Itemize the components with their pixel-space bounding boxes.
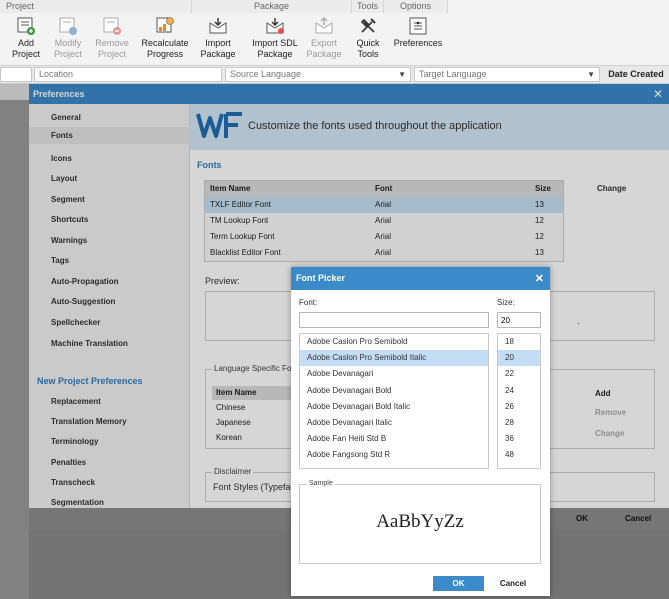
list-item[interactable]: 24 [498,383,540,399]
cancel-button[interactable]: Cancel [491,576,535,591]
list-item[interactable]: Adobe Caslon Pro Semibold [300,334,488,350]
import-sdl-label: Import SDL Package [252,38,298,59]
source-language-label: Source Language [230,69,302,79]
list-item[interactable]: 28 [498,415,540,431]
list-item[interactable]: Adobe Fangsong Std R [300,447,488,463]
source-language-field[interactable]: Source Language ▼ [225,67,411,82]
sample-text: AaBbYyZz [376,511,464,532]
ribbon-toolbar: Project Package Tools Options Add Projec… [0,0,669,66]
import-sdl-package-button[interactable]: Import SDL Package [246,16,304,64]
add-project-icon [17,17,35,35]
remove-project-icon [103,17,121,35]
list-item[interactable]: 18 [498,334,540,350]
modify-project-icon [59,17,77,35]
close-icon[interactable]: ✕ [535,272,544,285]
export-package-icon [315,17,333,34]
group-label-package: Package [192,0,352,13]
list-item[interactable]: Adobe Devanagari [300,366,488,382]
quick-tools-label: Quick Tools [356,38,380,59]
font-label: Font: [299,298,318,307]
recalculate-progress-button[interactable]: Recalculate Progress [138,16,192,64]
chevron-down-icon: ▼ [398,70,406,79]
font-input[interactable] [299,312,489,328]
quick-tools-button[interactable]: Quick Tools [342,16,394,64]
font-list[interactable]: Adobe Caslon Pro Semibold Adobe Caslon P… [299,333,489,469]
group-label-empty [448,0,669,13]
group-label-project: Project [0,0,192,13]
list-item[interactable]: Adobe Devanagari Italic [300,415,488,431]
list-item[interactable]: 26 [498,399,540,415]
date-created-column[interactable]: Date Created [603,67,669,82]
list-item[interactable]: Adobe Devanagari Bold Italic [300,399,488,415]
modify-project-label: Modify Project [53,38,82,59]
import-package-label: Import Package [200,38,236,59]
group-label-options: Options [384,0,448,13]
remove-project-label: Remove Project [95,38,129,59]
recalculate-label: Recalculate Progress [141,38,189,59]
remove-project-button[interactable]: Remove Project [86,16,138,64]
list-item[interactable]: 36 [498,431,540,447]
size-input[interactable] [497,312,541,328]
size-list[interactable]: 18 20 22 24 26 28 36 48 [497,333,541,469]
export-package-label: Export Package [306,38,342,59]
location-field[interactable]: Location [34,67,222,82]
preferences-label: Preferences [393,38,443,48]
target-language-label: Target Language [419,69,487,79]
list-item[interactable]: Adobe Fan Heiti Std B [300,431,488,447]
list-item[interactable]: Adobe Caslon Pro Semibold Italic [300,350,488,367]
column-field-blank[interactable] [0,67,32,82]
list-item[interactable]: 22 [498,366,540,382]
add-project-label: Add Project [11,38,40,59]
tools-icon [360,18,376,33]
list-item[interactable]: 48 [498,447,540,463]
font-picker-dialog: Font Picker ✕ Font: Size: Adobe Caslon P… [291,267,550,596]
import-package-button[interactable]: Import Package [192,16,244,64]
project-column-bar: Location Source Language ▼ Target Langua… [0,66,669,84]
font-picker-title: Font Picker [291,267,550,290]
recalculate-icon [156,17,174,33]
size-label: Size: [497,298,515,307]
import-package-icon [209,18,227,34]
list-item[interactable]: Adobe Devanagari Bold [300,383,488,399]
sample-group: Sample AaBbYyZz [299,480,541,564]
target-language-field[interactable]: Target Language ▼ [414,67,600,82]
preferences-icon [409,17,427,35]
group-label-tools: Tools [352,0,384,13]
list-item[interactable]: 20 [498,350,540,367]
chevron-down-icon: ▼ [587,70,595,79]
import-sdl-icon [266,18,284,34]
preferences-button[interactable]: Preferences [390,16,446,64]
sample-title: Sample [307,480,335,487]
ok-button[interactable]: OK [433,576,484,591]
